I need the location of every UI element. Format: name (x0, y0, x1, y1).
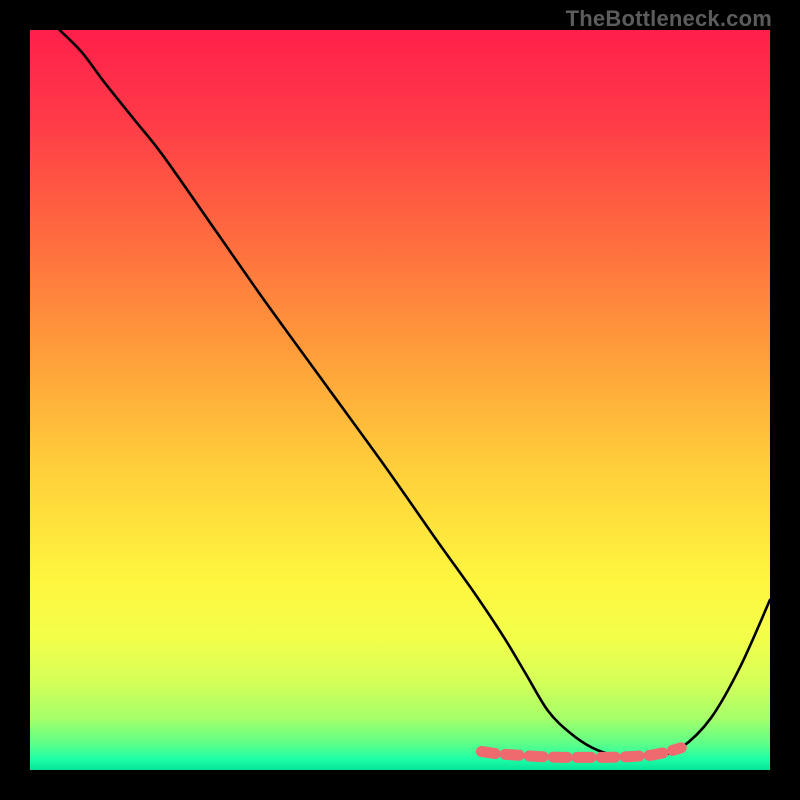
bottleneck-chart (30, 30, 770, 770)
watermark-text: TheBottleneck.com (566, 6, 772, 32)
chart-frame (30, 30, 770, 770)
gradient-background (30, 30, 770, 770)
